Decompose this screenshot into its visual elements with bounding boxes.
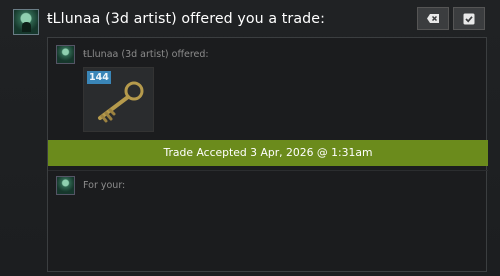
your-items-label: For your: [83, 180, 126, 191]
your-avatar [56, 176, 75, 195]
their-avatar [56, 45, 75, 64]
checkmark-icon [463, 13, 475, 24]
sender-avatar[interactable] [13, 9, 39, 35]
trade-offer-title: ŧLlunaa (3d artist) offered you a trade: [47, 11, 325, 27]
item-tile[interactable]: 144 [83, 67, 154, 132]
section-divider [48, 170, 488, 171]
tag-cross-icon [427, 14, 439, 23]
their-items-label: ŧLlunaa (3d artist) offered: [83, 49, 209, 60]
decline-offer-button[interactable] [417, 7, 449, 30]
trade-offer-panel: ŧLlunaa (3d artist) offered: 144 Trade A… [47, 37, 488, 272]
key-icon [98, 81, 144, 123]
trade-offer-notification: ŧLlunaa (3d artist) offered you a trade:… [0, 0, 500, 276]
trade-status-banner: Trade Accepted 3 Apr, 2026 @ 1:31am [48, 140, 488, 166]
accept-offer-button[interactable] [453, 7, 485, 30]
